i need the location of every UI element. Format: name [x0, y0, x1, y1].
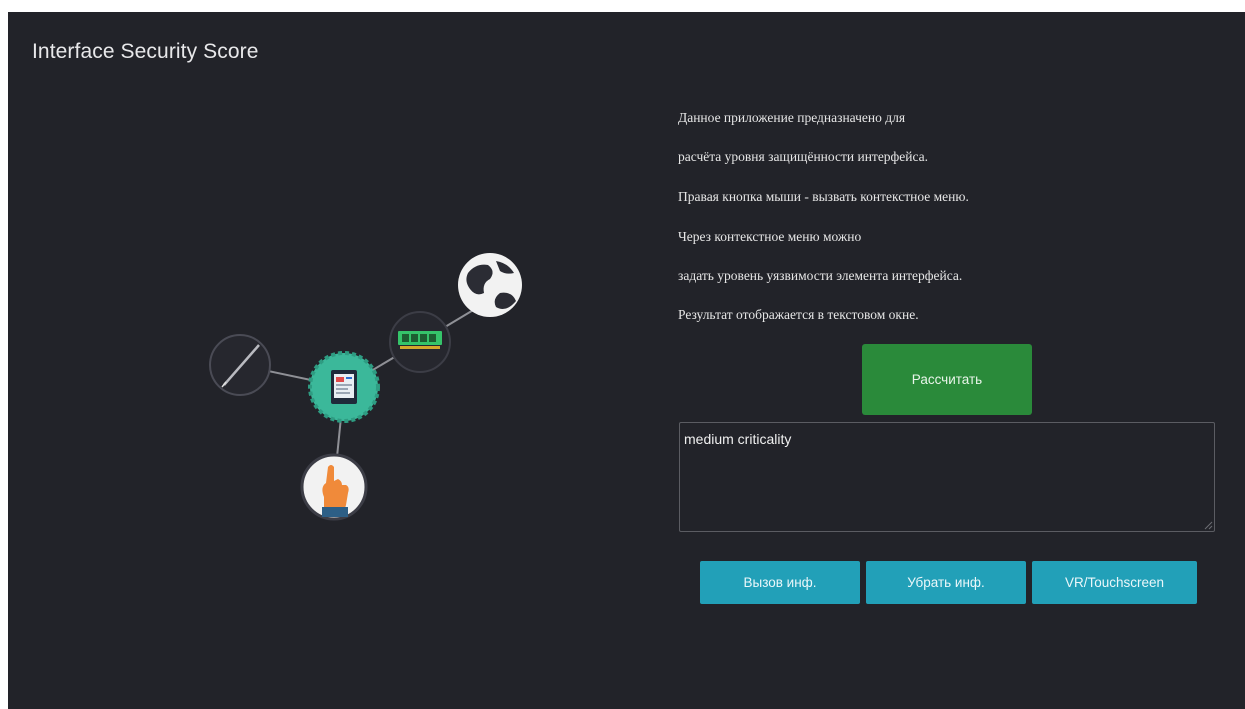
info-line-5: задать уровень уязвимости элемента интер…	[678, 268, 963, 283]
info-line-4: Через контекстное меню можно	[678, 229, 862, 244]
app-title: Interface Security Score	[32, 40, 259, 63]
stylus-icon[interactable]	[209, 334, 271, 396]
info-line-3: Правая кнопка мыши - вызвать контекстное…	[678, 189, 969, 204]
hide-info-button[interactable]: Убрать инф.	[866, 561, 1026, 604]
interface-diagram	[209, 253, 522, 521]
info-line-2: расчёта уровня защищённости интерфейса.	[678, 149, 929, 164]
hand-touch-icon[interactable]	[300, 453, 368, 521]
result-textarea[interactable]: medium criticality	[679, 422, 1215, 532]
tablet-icon[interactable]	[308, 351, 380, 423]
info-line-6: Результат отображается в текстовом окне.	[678, 307, 919, 322]
calculate-button[interactable]: Рассчитать	[862, 344, 1032, 415]
show-info-button[interactable]: Вызов инф.	[700, 561, 860, 604]
vr-touchscreen-button[interactable]: VR/Touchscreen	[1032, 561, 1197, 604]
app-window: Interface Security Score	[8, 12, 1245, 709]
resize-grip-icon[interactable]	[1204, 521, 1213, 530]
memory-chip-icon[interactable]	[389, 311, 451, 373]
globe-icon[interactable]	[458, 253, 522, 317]
info-line-1: Данное приложение предназначено для	[678, 110, 906, 125]
